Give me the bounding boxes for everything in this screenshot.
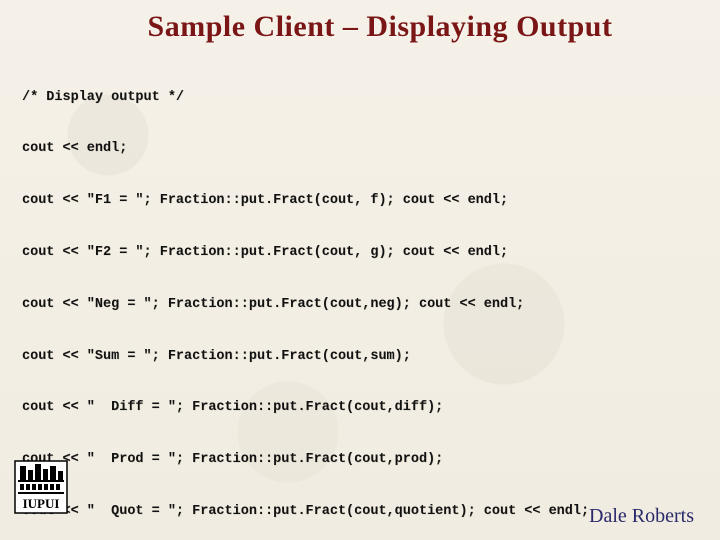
code-line: /* Display output */: [22, 89, 698, 106]
logo-text: IUPUI: [23, 496, 60, 511]
slide-title: Sample Client – Displaying Output: [22, 10, 698, 44]
code-line: cout << " Diff = "; Fraction::put.Fract(…: [22, 399, 698, 416]
slide: Sample Client – Displaying Output /* Dis…: [0, 0, 720, 540]
code-line: cout << " Prod = "; Fraction::put.Fract(…: [22, 451, 698, 468]
code-block: /* Display output */ cout << endl; cout …: [22, 54, 698, 540]
iupui-logo: IUPUI: [14, 460, 68, 514]
code-line: cout << endl;: [22, 140, 698, 157]
code-line: cout << "Neg = "; Fraction::put.Fract(co…: [22, 296, 698, 313]
code-line: cout << "Sum = "; Fraction::put.Fract(co…: [22, 348, 698, 365]
code-line: cout << "F1 = "; Fraction::put.Fract(cou…: [22, 192, 698, 209]
author-label: Dale Roberts: [589, 505, 694, 528]
code-line: cout << "F2 = "; Fraction::put.Fract(cou…: [22, 244, 698, 261]
